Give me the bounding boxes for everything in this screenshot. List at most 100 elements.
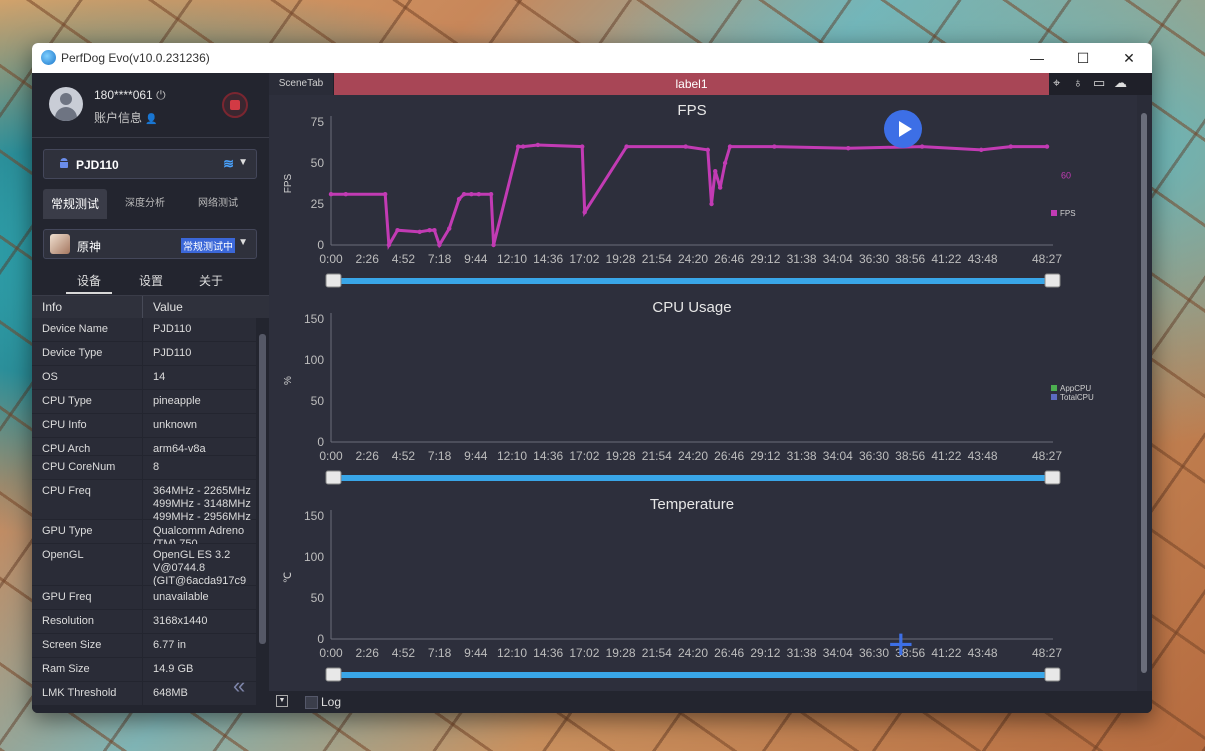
slider-handle-right[interactable] [1044,470,1061,485]
slider-handle-right[interactable] [1044,667,1061,682]
column-divider [142,658,143,681]
device-select[interactable]: PJD110 ≋ ▼ [43,149,257,179]
row-key: CPU Arch [42,443,91,455]
label-bar[interactable]: label1 [334,73,1049,95]
column-divider [142,296,143,318]
x-tick-label: 31:38 [787,646,817,660]
close-icon[interactable]: ✕ [1106,43,1152,73]
y-tick-label: 100 [304,353,324,367]
row-value: 3168x1440 [153,615,208,627]
fps-data-point [683,144,688,149]
y-axis-label: FPS [283,173,294,193]
fps-data-point [535,142,541,148]
x-tick-label: 2:26 [356,252,380,266]
slider-handle-right[interactable] [1044,273,1061,288]
x-tick-label: 9:44 [464,252,488,266]
collapse-panel-icon[interactable]: « [233,673,245,699]
x-tick-label: 29:12 [750,646,780,660]
pin-icon[interactable]: ♁ [1073,75,1083,90]
scene-tab[interactable]: SceneTab [269,73,333,95]
slider-handle-left[interactable] [325,470,342,485]
table-scrollbar[interactable] [256,318,269,713]
scrollbar-thumb[interactable] [1141,113,1147,673]
x-tick-label: 17:02 [569,252,599,266]
fps-data-point [476,191,481,197]
x-tick-label: 24:20 [678,646,708,660]
tab-device[interactable]: 设备 [66,272,112,294]
main-panel: SceneTab label1 ⌖ ♁ ▭ ☁ FPS FPS 0 25 50 75 0:0… [269,73,1152,713]
tab-network-test[interactable]: 网络测试 [186,189,250,219]
device-name: PJD110 [76,158,119,172]
tab-settings[interactable]: 设置 [128,272,174,292]
fps-data-point [727,144,733,149]
tab-about[interactable]: 关于 [188,272,234,292]
expand-icon[interactable]: ▼ [276,695,288,707]
user-settings-icon: 👤 [145,114,158,125]
x-tick-label: 43:48 [968,646,998,660]
location-icon[interactable]: ⌖ [1053,75,1060,91]
fps-data-point [1044,144,1050,149]
fps-data-point [382,191,388,197]
x-tick-label: 4:52 [392,449,416,463]
row-value: 8 [153,461,160,473]
table-row: CPU Type pineapple [32,390,256,414]
x-tick-label: 0:00 [319,449,343,463]
x-tick-label: 31:38 [787,252,817,266]
chart-title: FPS [677,102,706,119]
x-tick-label: 14:36 [533,646,563,660]
row-key: Resolution [42,615,94,627]
minimize-icon[interactable]: — [1014,43,1060,73]
maximize-icon[interactable]: ☐ [1060,43,1106,73]
tab-regular-test[interactable]: 常规测试 [43,189,107,219]
x-tick-label: 2:26 [356,449,380,463]
table-row: OpenGL OpenGL ES 3.2 V@0744.8 (GIT@6acda9… [32,544,256,587]
y-tick-label: 150 [304,312,324,326]
table-row: OS 14 [32,366,256,390]
x-tick-label: 38:56 [895,252,925,266]
x-tick-label: 19:28 [606,646,636,660]
avatar[interactable] [49,87,83,121]
row-key: Screen Size [42,639,102,651]
x-tick-label: 34:04 [823,252,853,266]
row-key: CPU Freq [42,485,91,497]
add-chart-button[interactable]: + [888,623,914,667]
account-info-label: 账户信息 [94,111,143,125]
x-tick-label: 41:22 [931,449,961,463]
power-icon[interactable]: ⏻ [156,88,166,102]
column-header-value: Value [153,300,183,314]
row-key: Device Type [42,347,103,359]
folder-icon[interactable]: ▭ [1093,75,1105,91]
log-checkbox[interactable] [305,696,318,709]
stop-icon [230,100,240,110]
fps-data-point [515,144,521,149]
fps-current-value: 60 [1061,171,1071,181]
stop-record-button[interactable] [222,92,248,118]
column-divider [142,520,143,543]
user-id: 180****061 ⏻ [94,88,166,103]
time-range-slider[interactable] [331,672,1059,678]
x-tick-label: 26:46 [714,646,744,660]
x-tick-label: 12:10 [497,449,527,463]
fps-data-point [395,228,400,233]
scrollbar-thumb[interactable] [259,334,266,644]
slider-handle-left[interactable] [325,273,342,288]
x-tick-label: 41:22 [931,252,961,266]
charts-scrollbar[interactable] [1137,95,1152,691]
table-row: Resolution 3168x1440 [32,610,256,634]
bottom-bar: ▼ Log [269,691,1152,713]
time-range-slider[interactable] [331,475,1059,481]
android-icon [60,158,68,168]
column-divider [142,480,143,519]
x-tick-label: 48:27 [1032,449,1062,463]
x-tick-label: 21:54 [642,449,672,463]
account-info-link[interactable]: 账户信息 👤 [94,109,158,126]
time-range-slider[interactable] [331,278,1059,284]
play-button[interactable] [884,110,922,148]
x-tick-label: 26:46 [714,252,744,266]
tab-deep-analysis[interactable]: 深度分析 [113,189,177,219]
y-axis-label: % [283,376,294,385]
cloud-icon[interactable]: ☁ [1114,75,1127,91]
app-select[interactable]: 原神 常规测试中 ▼ [43,229,257,259]
slider-handle-left[interactable] [325,667,342,682]
x-tick-label: 7:18 [428,252,452,266]
